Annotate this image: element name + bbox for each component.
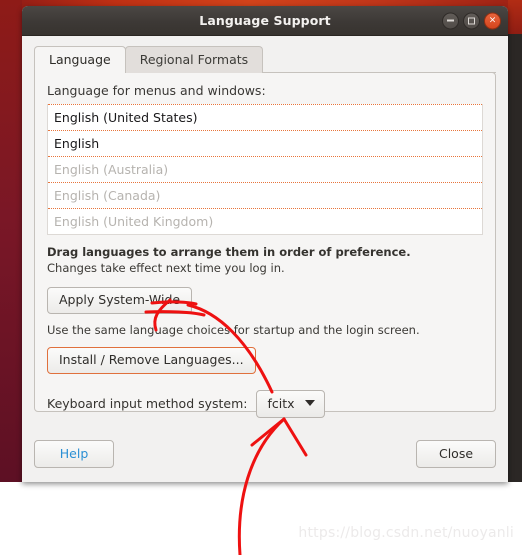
help-button[interactable]: Help <box>34 439 114 469</box>
close-button[interactable]: Close <box>416 439 496 469</box>
tab-language[interactable]: Language <box>34 46 126 73</box>
chevron-down-icon <box>304 400 315 406</box>
install-remove-languages-button[interactable]: Install / Remove Languages... <box>47 346 256 374</box>
changes-hint: Changes take effect next time you log in… <box>47 261 285 275</box>
title-bar[interactable]: Language Support × <box>22 6 508 36</box>
list-item[interactable]: English (Canada) <box>48 182 482 208</box>
drag-hint: Drag languages to arrange them in order … <box>47 245 411 259</box>
desktop-background-left <box>0 0 22 482</box>
apply-hint: Use the same language choices for startu… <box>47 322 420 337</box>
keyboard-input-method-row: Keyboard input method system: fcitx <box>47 389 483 418</box>
list-item[interactable]: English <box>48 130 482 156</box>
close-icon[interactable]: × <box>484 12 501 29</box>
minimize-icon[interactable] <box>442 12 459 29</box>
tab-bar: Language Regional Formats <box>34 45 496 73</box>
desktop-background-right <box>508 0 522 482</box>
list-item[interactable]: English (Australia) <box>48 156 482 182</box>
apply-row: Apply System-Wide <box>47 287 483 314</box>
desktop-background-right-top <box>508 0 522 34</box>
tab-filler <box>262 72 496 73</box>
window-title: Language Support <box>199 13 331 28</box>
language-support-window: Language Support × Language Regional For… <box>22 6 508 482</box>
maximize-icon[interactable] <box>463 12 480 29</box>
tab-regional-formats[interactable]: Regional Formats <box>124 46 264 73</box>
action-bar: Help Close <box>22 426 508 482</box>
language-panel: Language for menus and windows: English … <box>34 72 496 418</box>
desktop-background-bottom <box>0 482 522 555</box>
apply-system-wide-button[interactable]: Apply System-Wide <box>47 287 193 314</box>
keyboard-input-method-label: Keyboard input method system: <box>47 396 248 411</box>
language-list-label: Language for menus and windows: <box>47 83 266 98</box>
list-item[interactable]: English (United Kingdom) <box>48 208 482 234</box>
watermark: https://blog.csdn.net/nuoyanli <box>298 525 514 541</box>
install-row: Install / Remove Languages... <box>47 346 483 374</box>
list-item[interactable]: English (United States) <box>48 104 482 130</box>
language-list[interactable]: English (United States) English English … <box>47 104 483 235</box>
screenshot-root: Language Support × Language Regional For… <box>0 0 522 555</box>
window-controls: × <box>442 12 501 29</box>
window-content: Language Regional Formats Language for m… <box>22 36 508 482</box>
keyboard-input-method-select[interactable]: fcitx <box>255 389 325 418</box>
keyboard-input-method-value: fcitx <box>267 395 295 411</box>
